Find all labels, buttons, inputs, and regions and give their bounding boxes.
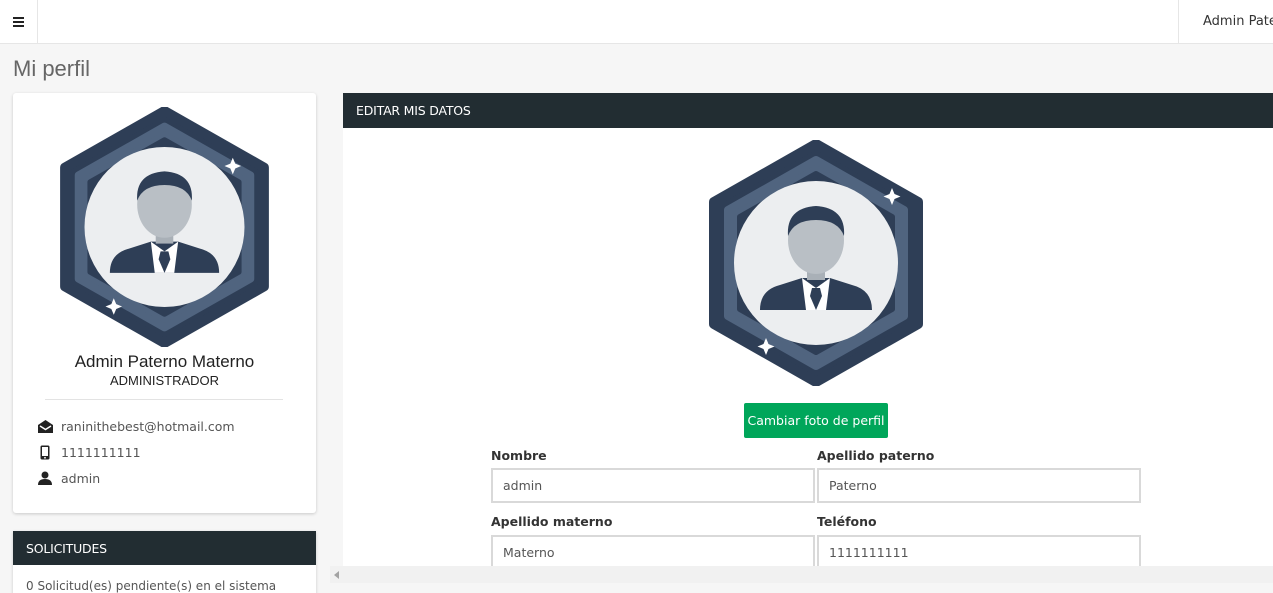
horizontal-scrollbar[interactable] — [330, 566, 1273, 583]
page-title: Mi perfil — [13, 56, 91, 81]
profile-avatar — [57, 106, 272, 348]
profile-card: Admin Paterno Materno ADMINISTRADOR rani… — [13, 93, 316, 513]
profile-username: admin — [61, 470, 101, 486]
top-navbar: Admin Paterno Materno — [0, 0, 1273, 44]
hamburger-icon — [13, 20, 24, 23]
profile-phone: 1111111111 — [61, 444, 141, 460]
phone-row: 1111111111 — [37, 443, 141, 461]
email-row: raninithebest@hotmail.com — [37, 417, 235, 435]
edit-profile-card: EDITAR MIS DATOS Cambiar foto de perfil … — [343, 93, 1273, 567]
apellido-paterno-label: Apellido paterno — [817, 448, 935, 463]
profile-role: ADMINISTRADOR — [109, 373, 220, 388]
avatar-image — [709, 139, 923, 387]
apellido-materno-label: Apellido materno — [491, 514, 613, 529]
requests-card: SOLICITUDES 0 Solicitud(es) pendiente(s)… — [13, 531, 316, 593]
envelope-open-icon — [37, 418, 53, 434]
nombre-label: Nombre — [491, 448, 547, 463]
scroll-left-arrow-icon[interactable] — [334, 571, 339, 579]
edit-avatar — [706, 139, 926, 387]
apellido-paterno-input[interactable] — [817, 468, 1141, 503]
avatar-image — [60, 106, 269, 348]
username-row: admin — [37, 469, 100, 487]
edit-card-title: EDITAR MIS DATOS — [343, 93, 1273, 128]
profile-email: raninithebest@hotmail.com — [61, 418, 235, 434]
sidebar-toggle-button[interactable] — [0, 0, 38, 43]
user-menu[interactable]: Admin Paterno Materno — [1178, 0, 1273, 43]
mobile-phone-icon — [37, 444, 53, 460]
apellido-materno-input[interactable] — [491, 535, 815, 567]
divider — [45, 399, 283, 400]
requests-card-title: SOLICITUDES — [13, 531, 316, 565]
user-name: Admin Paterno Materno — [1203, 14, 1273, 29]
requests-summary: 0 Solicitud(es) pendiente(s) en el siste… — [26, 579, 277, 593]
user-icon — [37, 470, 53, 486]
change-photo-button[interactable]: Cambiar foto de perfil — [744, 403, 888, 438]
nombre-input[interactable] — [491, 468, 815, 503]
profile-name: Admin Paterno Materno — [74, 352, 255, 371]
telefono-label: Teléfono — [817, 514, 877, 529]
telefono-input[interactable] — [817, 535, 1141, 567]
